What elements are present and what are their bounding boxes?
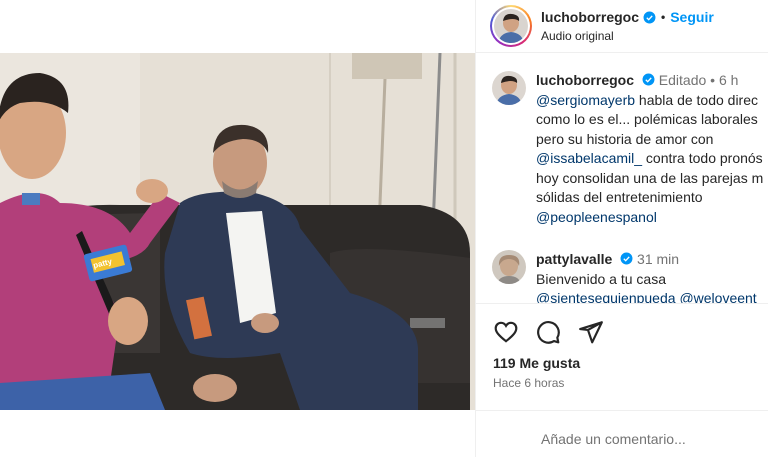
comment-age: 6 h xyxy=(718,72,739,88)
author-avatar[interactable] xyxy=(490,5,532,47)
mention-link[interactable]: @issabelacamil_ xyxy=(536,150,642,166)
post-timestamp[interactable]: Hace 6 horas xyxy=(493,376,564,390)
comment-input[interactable]: Añade un comentario... xyxy=(541,431,686,447)
add-comment-bar: Añade un comentario... xyxy=(476,410,768,457)
comment-text: habla de todo direc xyxy=(635,91,759,108)
comment-username[interactable]: luchoborregoc xyxy=(536,72,634,88)
comment-edited: Editado xyxy=(658,72,707,88)
share-icon[interactable] xyxy=(578,319,604,345)
video-frame xyxy=(0,53,475,410)
audio-label[interactable]: Audio original xyxy=(541,29,614,43)
follow-button[interactable]: Seguir xyxy=(670,9,714,25)
author-avatar-image xyxy=(494,9,528,43)
separator-dot: • xyxy=(661,10,666,24)
verified-icon xyxy=(643,11,656,23)
comment-body: luchoborregoc Editado • 6 h @sergiomayer… xyxy=(536,71,768,227)
comment-line: @peopleenespanol xyxy=(536,208,768,228)
post-panel: luchoborregoc • Seguir Audio original lu… xyxy=(475,0,768,457)
comment-line: Bienvenido a tu casa xyxy=(536,270,666,287)
commenter-avatar[interactable] xyxy=(492,71,526,105)
comment-text: contra todo pronós xyxy=(642,150,763,166)
mention-link[interactable]: @weloveent xyxy=(679,290,756,303)
comment-line: como lo es el... polémicas laborales xyxy=(536,111,758,127)
comment-line: sólidas del entretenimiento xyxy=(536,189,703,205)
comment-line: hoy consolidan una de las parejas m xyxy=(536,169,764,186)
mention-link[interactable]: @sergiomayerb xyxy=(536,92,635,108)
comment-age: 31 min xyxy=(637,251,680,267)
media-column: patty xyxy=(0,0,475,457)
heart-icon[interactable] xyxy=(493,319,519,345)
comments-list[interactable]: luchoborregoc Editado • 6 h @sergiomayer… xyxy=(476,54,768,303)
likes-count[interactable]: 119 Me gusta xyxy=(493,355,580,371)
mention-link[interactable]: @sientesequienpueda xyxy=(536,290,676,303)
mention-link[interactable]: @peopleenespanol xyxy=(536,209,657,225)
comment-body: pattylavalle 31 min Bienvenido a tu casa… xyxy=(536,250,768,303)
post-video[interactable]: patty xyxy=(0,53,475,410)
comment-line: pero su historia de amor con xyxy=(536,130,714,147)
action-bar xyxy=(476,303,768,353)
comment-icon[interactable] xyxy=(535,319,561,345)
verified-icon xyxy=(620,252,633,265)
separator-dot: • xyxy=(710,72,716,88)
commenter-avatar[interactable] xyxy=(492,250,526,284)
verified-icon xyxy=(642,73,655,86)
author-username[interactable]: luchoborregoc xyxy=(541,9,639,25)
comment-line: @sergiomayerb habla de todo direc xyxy=(536,91,768,111)
comment-username[interactable]: pattylavalle xyxy=(536,251,612,267)
comment-line: @issabelacamil_ contra todo pronós xyxy=(536,149,768,169)
post-header: luchoborregoc • Seguir Audio original xyxy=(476,0,768,53)
comment-line: @sientesequienpueda @weloveent xyxy=(536,289,768,303)
